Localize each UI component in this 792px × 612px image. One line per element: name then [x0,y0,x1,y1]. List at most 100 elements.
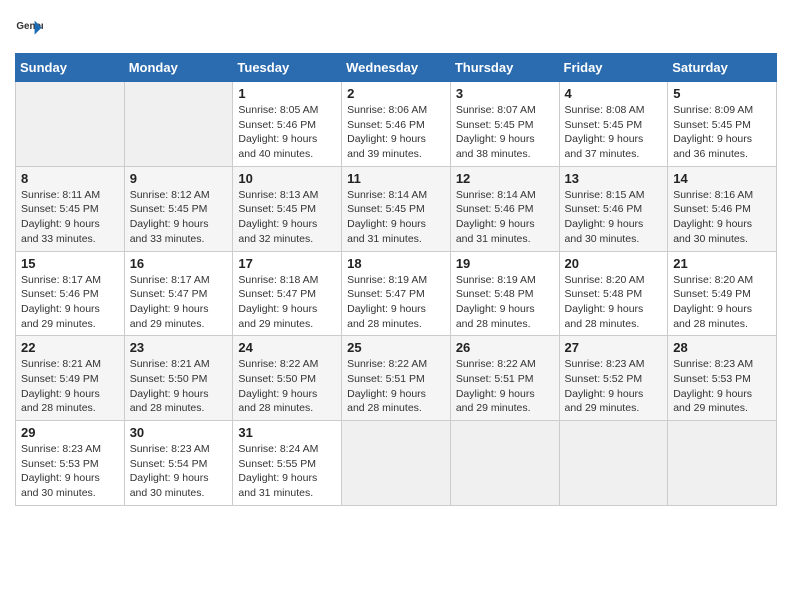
day-number: 16 [130,256,228,271]
day-info: Sunrise: 8:19 AM Sunset: 5:48 PM Dayligh… [456,273,554,332]
day-info: Sunrise: 8:17 AM Sunset: 5:47 PM Dayligh… [130,273,228,332]
calendar-cell [559,421,668,506]
calendar-cell: 2 Sunrise: 8:06 AM Sunset: 5:46 PM Dayli… [342,82,451,167]
column-header-thursday: Thursday [450,54,559,82]
day-info: Sunrise: 8:08 AM Sunset: 5:45 PM Dayligh… [565,103,663,162]
day-number: 30 [130,425,228,440]
calendar-cell: 9 Sunrise: 8:12 AM Sunset: 5:45 PM Dayli… [124,166,233,251]
column-header-friday: Friday [559,54,668,82]
day-number: 9 [130,171,228,186]
day-info: Sunrise: 8:11 AM Sunset: 5:45 PM Dayligh… [21,188,119,247]
calendar-cell [16,82,125,167]
day-info: Sunrise: 8:21 AM Sunset: 5:50 PM Dayligh… [130,357,228,416]
day-info: Sunrise: 8:20 AM Sunset: 5:48 PM Dayligh… [565,273,663,332]
day-number: 8 [21,171,119,186]
column-header-sunday: Sunday [16,54,125,82]
calendar-cell: 28 Sunrise: 8:23 AM Sunset: 5:53 PM Dayl… [668,336,777,421]
calendar-cell [342,421,451,506]
calendar-week-row: 29 Sunrise: 8:23 AM Sunset: 5:53 PM Dayl… [16,421,777,506]
day-info: Sunrise: 8:14 AM Sunset: 5:45 PM Dayligh… [347,188,445,247]
day-info: Sunrise: 8:22 AM Sunset: 5:51 PM Dayligh… [347,357,445,416]
calendar-cell: 11 Sunrise: 8:14 AM Sunset: 5:45 PM Dayl… [342,166,451,251]
calendar-week-row: 15 Sunrise: 8:17 AM Sunset: 5:46 PM Dayl… [16,251,777,336]
calendar-cell [668,421,777,506]
day-info: Sunrise: 8:22 AM Sunset: 5:50 PM Dayligh… [238,357,336,416]
calendar-cell [450,421,559,506]
day-number: 26 [456,340,554,355]
day-info: Sunrise: 8:24 AM Sunset: 5:55 PM Dayligh… [238,442,336,501]
day-number: 25 [347,340,445,355]
day-info: Sunrise: 8:14 AM Sunset: 5:46 PM Dayligh… [456,188,554,247]
column-header-wednesday: Wednesday [342,54,451,82]
day-number: 12 [456,171,554,186]
calendar-cell: 27 Sunrise: 8:23 AM Sunset: 5:52 PM Dayl… [559,336,668,421]
calendar-cell: 31 Sunrise: 8:24 AM Sunset: 5:55 PM Dayl… [233,421,342,506]
column-header-saturday: Saturday [668,54,777,82]
calendar-cell: 29 Sunrise: 8:23 AM Sunset: 5:53 PM Dayl… [16,421,125,506]
day-info: Sunrise: 8:05 AM Sunset: 5:46 PM Dayligh… [238,103,336,162]
calendar-cell [124,82,233,167]
calendar-cell: 16 Sunrise: 8:17 AM Sunset: 5:47 PM Dayl… [124,251,233,336]
calendar-cell: 5 Sunrise: 8:09 AM Sunset: 5:45 PM Dayli… [668,82,777,167]
day-info: Sunrise: 8:23 AM Sunset: 5:54 PM Dayligh… [130,442,228,501]
day-info: Sunrise: 8:12 AM Sunset: 5:45 PM Dayligh… [130,188,228,247]
calendar-table: SundayMondayTuesdayWednesdayThursdayFrid… [15,53,777,506]
calendar-cell: 25 Sunrise: 8:22 AM Sunset: 5:51 PM Dayl… [342,336,451,421]
day-number: 5 [673,86,771,101]
day-number: 23 [130,340,228,355]
day-info: Sunrise: 8:06 AM Sunset: 5:46 PM Dayligh… [347,103,445,162]
day-info: Sunrise: 8:22 AM Sunset: 5:51 PM Dayligh… [456,357,554,416]
calendar-cell: 13 Sunrise: 8:15 AM Sunset: 5:46 PM Dayl… [559,166,668,251]
calendar-cell: 17 Sunrise: 8:18 AM Sunset: 5:47 PM Dayl… [233,251,342,336]
day-info: Sunrise: 8:23 AM Sunset: 5:52 PM Dayligh… [565,357,663,416]
day-info: Sunrise: 8:07 AM Sunset: 5:45 PM Dayligh… [456,103,554,162]
calendar-cell: 15 Sunrise: 8:17 AM Sunset: 5:46 PM Dayl… [16,251,125,336]
day-number: 15 [21,256,119,271]
calendar-week-row: 8 Sunrise: 8:11 AM Sunset: 5:45 PM Dayli… [16,166,777,251]
calendar-cell: 30 Sunrise: 8:23 AM Sunset: 5:54 PM Dayl… [124,421,233,506]
day-info: Sunrise: 8:23 AM Sunset: 5:53 PM Dayligh… [673,357,771,416]
day-number: 11 [347,171,445,186]
calendar-cell: 20 Sunrise: 8:20 AM Sunset: 5:48 PM Dayl… [559,251,668,336]
day-info: Sunrise: 8:23 AM Sunset: 5:53 PM Dayligh… [21,442,119,501]
day-info: Sunrise: 8:20 AM Sunset: 5:49 PM Dayligh… [673,273,771,332]
day-number: 27 [565,340,663,355]
day-number: 17 [238,256,336,271]
day-number: 3 [456,86,554,101]
day-info: Sunrise: 8:17 AM Sunset: 5:46 PM Dayligh… [21,273,119,332]
calendar-header-row: SundayMondayTuesdayWednesdayThursdayFrid… [16,54,777,82]
day-info: Sunrise: 8:13 AM Sunset: 5:45 PM Dayligh… [238,188,336,247]
column-header-tuesday: Tuesday [233,54,342,82]
calendar-cell: 18 Sunrise: 8:19 AM Sunset: 5:47 PM Dayl… [342,251,451,336]
day-info: Sunrise: 8:21 AM Sunset: 5:49 PM Dayligh… [21,357,119,416]
calendar-cell: 12 Sunrise: 8:14 AM Sunset: 5:46 PM Dayl… [450,166,559,251]
page-header: General [15,15,777,43]
calendar-cell: 14 Sunrise: 8:16 AM Sunset: 5:46 PM Dayl… [668,166,777,251]
day-number: 22 [21,340,119,355]
day-number: 2 [347,86,445,101]
day-info: Sunrise: 8:18 AM Sunset: 5:47 PM Dayligh… [238,273,336,332]
calendar-cell: 23 Sunrise: 8:21 AM Sunset: 5:50 PM Dayl… [124,336,233,421]
day-number: 14 [673,171,771,186]
calendar-cell: 10 Sunrise: 8:13 AM Sunset: 5:45 PM Dayl… [233,166,342,251]
day-number: 1 [238,86,336,101]
calendar-cell: 8 Sunrise: 8:11 AM Sunset: 5:45 PM Dayli… [16,166,125,251]
calendar-cell: 22 Sunrise: 8:21 AM Sunset: 5:49 PM Dayl… [16,336,125,421]
calendar-cell: 4 Sunrise: 8:08 AM Sunset: 5:45 PM Dayli… [559,82,668,167]
day-number: 28 [673,340,771,355]
day-info: Sunrise: 8:15 AM Sunset: 5:46 PM Dayligh… [565,188,663,247]
calendar-cell: 3 Sunrise: 8:07 AM Sunset: 5:45 PM Dayli… [450,82,559,167]
calendar-cell: 21 Sunrise: 8:20 AM Sunset: 5:49 PM Dayl… [668,251,777,336]
calendar-cell: 26 Sunrise: 8:22 AM Sunset: 5:51 PM Dayl… [450,336,559,421]
day-number: 31 [238,425,336,440]
logo-icon: General [15,15,43,43]
calendar-week-row: 22 Sunrise: 8:21 AM Sunset: 5:49 PM Dayl… [16,336,777,421]
day-number: 19 [456,256,554,271]
calendar-cell: 1 Sunrise: 8:05 AM Sunset: 5:46 PM Dayli… [233,82,342,167]
calendar-cell: 24 Sunrise: 8:22 AM Sunset: 5:50 PM Dayl… [233,336,342,421]
calendar-week-row: 1 Sunrise: 8:05 AM Sunset: 5:46 PM Dayli… [16,82,777,167]
day-number: 13 [565,171,663,186]
day-number: 20 [565,256,663,271]
day-info: Sunrise: 8:09 AM Sunset: 5:45 PM Dayligh… [673,103,771,162]
day-number: 10 [238,171,336,186]
